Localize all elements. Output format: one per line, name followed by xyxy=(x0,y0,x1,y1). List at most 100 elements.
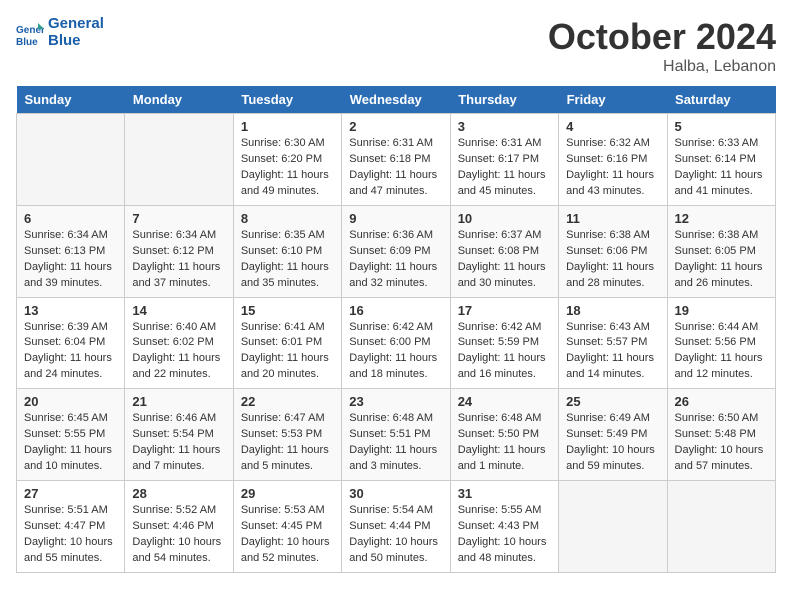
cell-info: Sunrise: 6:49 AMSunset: 5:49 PMDaylight:… xyxy=(566,411,659,475)
calendar-cell: 19 Sunrise: 6:44 AMSunset: 5:56 PMDayligh… xyxy=(667,297,775,389)
week-row-5: 27 Sunrise: 5:51 AMSunset: 4:47 PMDayligh… xyxy=(17,481,776,573)
calendar-cell: 13 Sunrise: 6:39 AMSunset: 6:04 PMDayligh… xyxy=(17,297,125,389)
calendar-cell: 4Sunrise: 6:32 AMSunset: 6:16 PMDaylight… xyxy=(559,114,667,206)
calendar-cell: 24 Sunrise: 6:48 AMSunset: 5:50 PMDayligh… xyxy=(450,389,558,481)
calendar-cell xyxy=(559,481,667,573)
day-number: 24 xyxy=(458,394,551,409)
calendar-cell: 2 Sunrise: 6:31 AMSunset: 6:18 PMDaylight… xyxy=(342,114,450,206)
week-row-2: 6 Sunrise: 6:34 AMSunset: 6:13 PMDaylight… xyxy=(17,205,776,297)
day-number: 14 xyxy=(132,303,225,318)
cell-info: Sunrise: 5:52 AMSunset: 4:46 PMDaylight:… xyxy=(132,503,225,567)
cell-info: Sunrise: 6:33 AMSunset: 6:14 PMDaylight:… xyxy=(675,136,768,200)
cell-info: Sunrise: 6:34 AMSunset: 6:12 PMDaylight:… xyxy=(132,228,225,292)
calendar-cell: 6 Sunrise: 6:34 AMSunset: 6:13 PMDaylight… xyxy=(17,205,125,297)
cell-info: Sunrise: 6:44 AMSunset: 5:56 PMDaylight:… xyxy=(675,320,768,384)
calendar-cell: 28 Sunrise: 5:52 AMSunset: 4:46 PMDayligh… xyxy=(125,481,233,573)
logo-text-line1: General xyxy=(48,16,104,33)
calendar-cell: 16 Sunrise: 6:42 AMSunset: 6:00 PMDayligh… xyxy=(342,297,450,389)
day-number: 22 xyxy=(241,394,334,409)
calendar-cell: 18 Sunrise: 6:43 AMSunset: 5:57 PMDayligh… xyxy=(559,297,667,389)
calendar-cell: 31Sunrise: 5:55 AMSunset: 4:43 PMDayligh… xyxy=(450,481,558,573)
day-number: 23 xyxy=(349,394,442,409)
cell-info: Sunrise: 6:50 AMSunset: 5:48 PMDaylight:… xyxy=(675,411,768,475)
day-number: 12 xyxy=(675,211,768,226)
day-number: 19 xyxy=(675,303,768,318)
day-number: 25 xyxy=(566,394,659,409)
cell-info: Sunrise: 6:36 AMSunset: 6:09 PMDaylight:… xyxy=(349,228,442,292)
cell-info: Sunrise: 6:35 AMSunset: 6:10 PMDaylight:… xyxy=(241,228,334,292)
week-row-3: 13 Sunrise: 6:39 AMSunset: 6:04 PMDayligh… xyxy=(17,297,776,389)
calendar-cell: 3 Sunrise: 6:31 AMSunset: 6:17 PMDaylight… xyxy=(450,114,558,206)
calendar-cell: 25 Sunrise: 6:49 AMSunset: 5:49 PMDayligh… xyxy=(559,389,667,481)
calendar-cell: 26Sunrise: 6:50 AMSunset: 5:48 PMDayligh… xyxy=(667,389,775,481)
day-number: 7 xyxy=(132,211,225,226)
weekday-header-thursday: Thursday xyxy=(450,86,558,114)
day-number: 31 xyxy=(458,486,551,501)
day-number: 20 xyxy=(24,394,117,409)
day-number: 10 xyxy=(458,211,551,226)
cell-info: Sunrise: 6:40 AMSunset: 6:02 PMDaylight:… xyxy=(132,320,225,384)
weekday-header-saturday: Saturday xyxy=(667,86,775,114)
cell-info: Sunrise: 6:45 AMSunset: 5:55 PMDaylight:… xyxy=(24,411,117,475)
cell-info: Sunrise: 6:37 AMSunset: 6:08 PMDaylight:… xyxy=(458,228,551,292)
calendar-cell: 27 Sunrise: 5:51 AMSunset: 4:47 PMDayligh… xyxy=(17,481,125,573)
day-number: 15 xyxy=(241,303,334,318)
cell-info: Sunrise: 6:43 AMSunset: 5:57 PMDaylight:… xyxy=(566,320,659,384)
day-number: 27 xyxy=(24,486,117,501)
calendar-cell: 1Sunrise: 6:30 AMSunset: 6:20 PMDaylight… xyxy=(233,114,341,206)
calendar-cell: 9 Sunrise: 6:36 AMSunset: 6:09 PMDaylight… xyxy=(342,205,450,297)
cell-info: Sunrise: 6:31 AMSunset: 6:17 PMDaylight:… xyxy=(458,136,551,200)
calendar-cell: 7 Sunrise: 6:34 AMSunset: 6:12 PMDaylight… xyxy=(125,205,233,297)
calendar-cell: 12 Sunrise: 6:38 AMSunset: 6:05 PMDayligh… xyxy=(667,205,775,297)
calendar-cell: 15 Sunrise: 6:41 AMSunset: 6:01 PMDayligh… xyxy=(233,297,341,389)
calendar-cell: 30 Sunrise: 5:54 AMSunset: 4:44 PMDayligh… xyxy=(342,481,450,573)
logo-text-line2: Blue xyxy=(48,33,104,50)
cell-info: Sunrise: 6:31 AMSunset: 6:18 PMDaylight:… xyxy=(349,136,442,200)
calendar-cell xyxy=(17,114,125,206)
weekday-header-tuesday: Tuesday xyxy=(233,86,341,114)
cell-info: Sunrise: 5:51 AMSunset: 4:47 PMDaylight:… xyxy=(24,503,117,567)
calendar-cell: 10 Sunrise: 6:37 AMSunset: 6:08 PMDayligh… xyxy=(450,205,558,297)
day-number: 2 xyxy=(349,119,442,134)
cell-info: Sunrise: 6:48 AMSunset: 5:50 PMDaylight:… xyxy=(458,411,551,475)
day-number: 3 xyxy=(458,119,551,134)
calendar-cell: 23Sunrise: 6:48 AMSunset: 5:51 PMDayligh… xyxy=(342,389,450,481)
day-number: 30 xyxy=(349,486,442,501)
weekday-header-row: SundayMondayTuesdayWednesdayThursdayFrid… xyxy=(17,86,776,114)
day-number: 28 xyxy=(132,486,225,501)
cell-info: Sunrise: 6:34 AMSunset: 6:13 PMDaylight:… xyxy=(24,228,117,292)
cell-info: Sunrise: 6:30 AMSunset: 6:20 PMDaylight:… xyxy=(241,136,334,200)
calendar-cell: 5Sunrise: 6:33 AMSunset: 6:14 PMDaylight… xyxy=(667,114,775,206)
cell-info: Sunrise: 5:53 AMSunset: 4:45 PMDaylight:… xyxy=(241,503,334,567)
cell-info: Sunrise: 6:39 AMSunset: 6:04 PMDaylight:… xyxy=(24,320,117,384)
calendar-cell: 14 Sunrise: 6:40 AMSunset: 6:02 PMDayligh… xyxy=(125,297,233,389)
cell-info: Sunrise: 6:41 AMSunset: 6:01 PMDaylight:… xyxy=(241,320,334,384)
day-number: 6 xyxy=(24,211,117,226)
day-number: 13 xyxy=(24,303,117,318)
calendar-cell: 22 Sunrise: 6:47 AMSunset: 5:53 PMDayligh… xyxy=(233,389,341,481)
week-row-1: 1Sunrise: 6:30 AMSunset: 6:20 PMDaylight… xyxy=(17,114,776,206)
month-title: October 2024 xyxy=(548,16,776,58)
day-number: 8 xyxy=(241,211,334,226)
calendar-cell xyxy=(125,114,233,206)
page-header: General Blue General Blue October 2024 H… xyxy=(16,16,776,76)
cell-info: Sunrise: 6:38 AMSunset: 6:05 PMDaylight:… xyxy=(675,228,768,292)
day-number: 21 xyxy=(132,394,225,409)
location: Halba, Lebanon xyxy=(548,58,776,76)
weekday-header-wednesday: Wednesday xyxy=(342,86,450,114)
logo: General Blue General Blue xyxy=(16,16,104,49)
calendar-cell: 11Sunrise: 6:38 AMSunset: 6:06 PMDayligh… xyxy=(559,205,667,297)
cell-info: Sunrise: 6:42 AMSunset: 6:00 PMDaylight:… xyxy=(349,320,442,384)
cell-info: Sunrise: 6:38 AMSunset: 6:06 PMDaylight:… xyxy=(566,228,659,292)
weekday-header-friday: Friday xyxy=(559,86,667,114)
day-number: 16 xyxy=(349,303,442,318)
cell-info: Sunrise: 6:42 AMSunset: 5:59 PMDaylight:… xyxy=(458,320,551,384)
day-number: 4 xyxy=(566,119,659,134)
day-number: 9 xyxy=(349,211,442,226)
day-number: 18 xyxy=(566,303,659,318)
day-number: 29 xyxy=(241,486,334,501)
cell-info: Sunrise: 6:47 AMSunset: 5:53 PMDaylight:… xyxy=(241,411,334,475)
cell-info: Sunrise: 5:54 AMSunset: 4:44 PMDaylight:… xyxy=(349,503,442,567)
title-block: October 2024 Halba, Lebanon xyxy=(548,16,776,76)
calendar-cell: 29 Sunrise: 5:53 AMSunset: 4:45 PMDayligh… xyxy=(233,481,341,573)
